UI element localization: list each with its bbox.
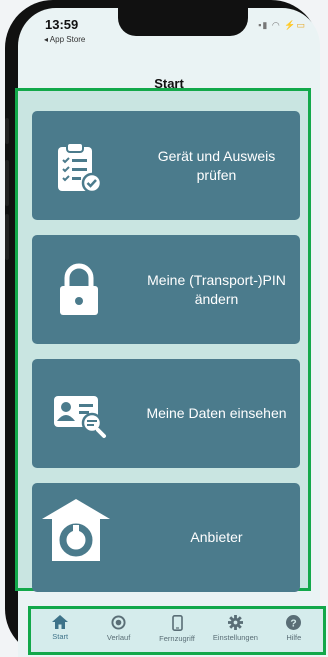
start-content: Gerät und Ausweis prüfen Meine (Transpor… xyxy=(15,88,311,592)
mute-switch xyxy=(5,118,9,144)
lock-icon xyxy=(56,261,102,322)
tab-remote-access-label: Fernzugriff xyxy=(159,634,195,643)
tab-help[interactable]: ? Hilfe xyxy=(265,609,323,652)
back-to-app-link[interactable]: ◂ App Store xyxy=(44,35,85,44)
tab-start-label: Start xyxy=(52,632,69,641)
volume-down-button xyxy=(5,214,9,260)
gear-icon xyxy=(227,615,243,630)
svg-text:?: ? xyxy=(291,618,297,629)
volume-up-button xyxy=(5,160,9,206)
battery-charging-icon: ⚡▭ xyxy=(284,20,306,30)
view-data-card[interactable]: Meine Daten einsehen xyxy=(32,359,300,468)
view-data-label: Meine Daten einsehen xyxy=(146,405,287,421)
provider-card[interactable]: Anbieter xyxy=(32,483,300,592)
tab-remote-access[interactable]: Fernzugriff xyxy=(148,609,206,652)
signal-icon: ▪▮ xyxy=(258,20,269,30)
house-icon xyxy=(52,615,69,629)
tab-start[interactable]: Start xyxy=(31,609,89,652)
change-pin-label: Meine (Transport-)PIN ändern xyxy=(147,271,286,307)
wifi-icon: ◠ xyxy=(271,20,281,30)
status-icons: ▪▮ ◠ ⚡▭ xyxy=(258,20,306,31)
tab-help-label: Hilfe xyxy=(286,633,302,642)
phone-icon xyxy=(171,615,183,631)
tab-history-label: Verlauf xyxy=(106,633,131,642)
notch xyxy=(118,8,248,36)
history-icon xyxy=(111,615,126,630)
check-device-label: Gerät und Ausweis prüfen xyxy=(157,147,276,183)
change-pin-card[interactable]: Meine (Transport-)PIN ändern xyxy=(32,235,300,344)
tab-settings[interactable]: Einstellungen xyxy=(206,609,264,652)
tab-bar: Start Verlauf Fernzugriff Einstellungen xyxy=(28,606,326,655)
tab-settings-label: Einstellungen xyxy=(212,633,258,642)
provider-label: Anbieter xyxy=(190,529,243,545)
check-device-card[interactable]: Gerät und Ausweis prüfen xyxy=(32,111,300,220)
tab-history[interactable]: Verlauf xyxy=(89,609,147,652)
help-icon: ? xyxy=(286,615,302,630)
status-time: 13:59 xyxy=(45,17,79,32)
clipboard-check-icon xyxy=(54,141,106,200)
provider-house-icon xyxy=(40,495,112,566)
id-card-search-icon xyxy=(52,393,108,444)
